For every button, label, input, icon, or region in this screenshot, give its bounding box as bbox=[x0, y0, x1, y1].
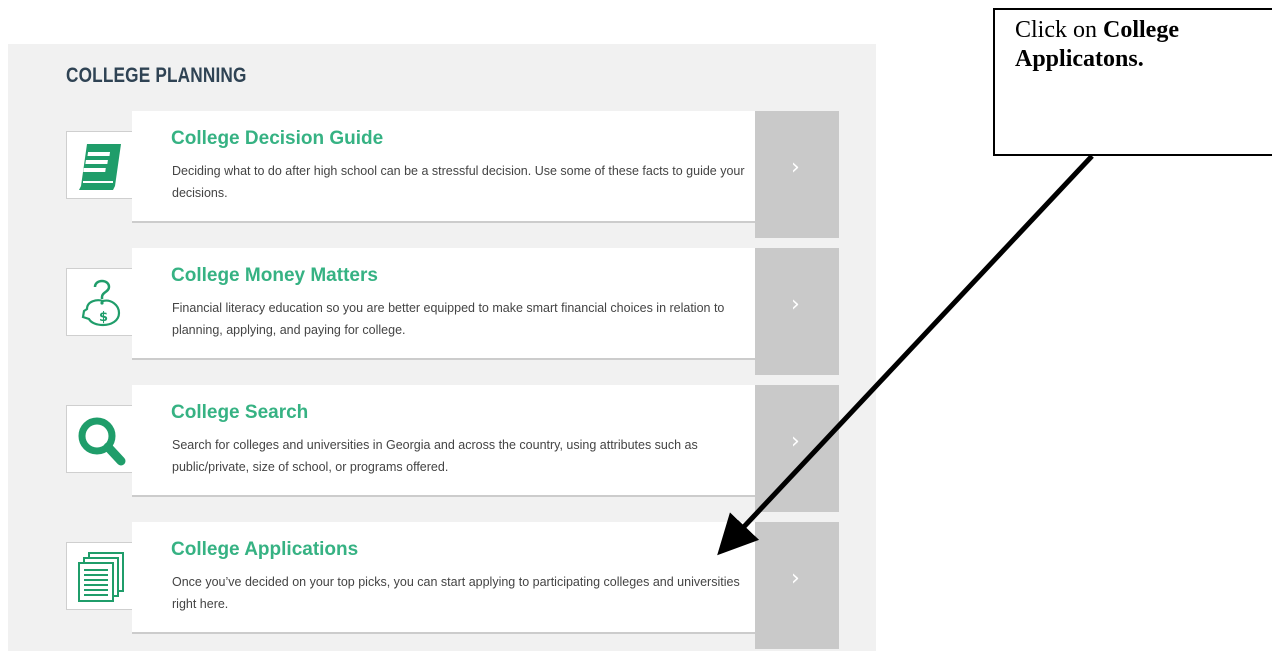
pointer-arrow-icon bbox=[717, 154, 1094, 556]
